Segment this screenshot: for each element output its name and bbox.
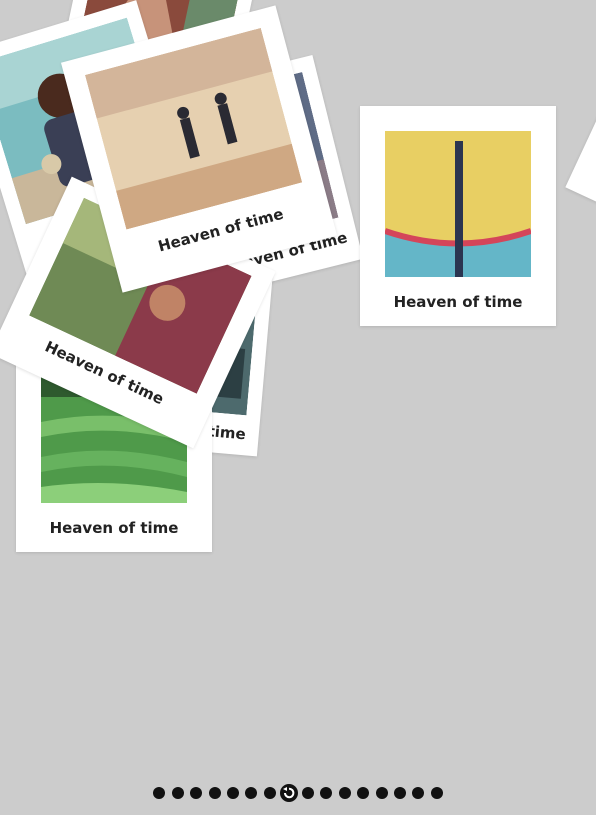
pager-dot[interactable]: [412, 787, 425, 799]
pager-dot[interactable]: [153, 787, 166, 799]
pager-dot[interactable]: [190, 787, 203, 799]
pager-dot[interactable]: [375, 787, 388, 799]
pager-dot[interactable]: [263, 787, 276, 799]
photo-card-edge[interactable]: [565, 114, 596, 226]
photo-yellow-umbrella: [385, 131, 531, 277]
reset-button[interactable]: [279, 784, 298, 802]
pager-dot[interactable]: [302, 787, 314, 799]
pager-dot[interactable]: [393, 787, 406, 799]
pager-dot[interactable]: [171, 787, 184, 799]
photo-card-umbrella[interactable]: Heaven of time: [360, 106, 556, 326]
undo-icon: [282, 787, 295, 799]
pager-dot[interactable]: [338, 787, 351, 799]
gallery-pager: [0, 784, 596, 802]
pager-dot[interactable]: [430, 787, 443, 799]
pager-dot[interactable]: [320, 787, 333, 799]
photo-stack: Heaven of time Heaven of time Heaven of …: [0, 0, 596, 815]
pager-dot[interactable]: [245, 787, 258, 799]
photo-beach-walkers: [84, 27, 303, 230]
pager-dot[interactable]: [208, 787, 221, 799]
pager-dot[interactable]: [357, 787, 370, 799]
photo-caption: Heaven of time: [49, 519, 179, 537]
photo-caption: Heaven of time: [393, 293, 523, 311]
pager-dot[interactable]: [226, 787, 239, 799]
